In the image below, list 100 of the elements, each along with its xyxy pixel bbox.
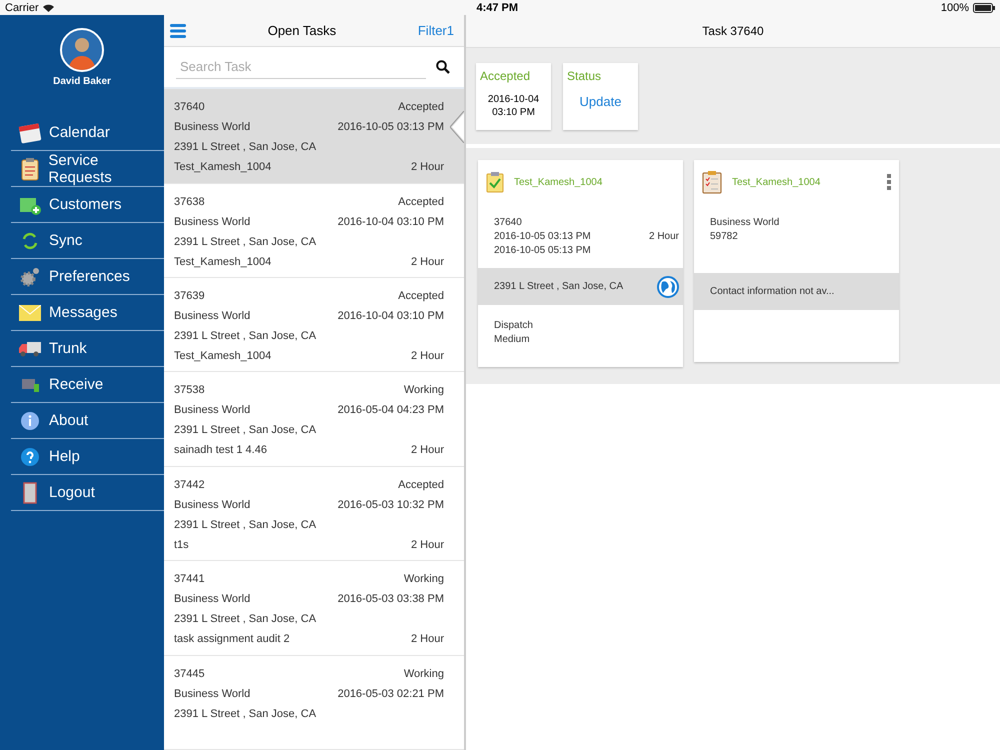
checklist-icon [702, 170, 722, 194]
checked-clipboard-icon [486, 171, 504, 193]
customer-name: Business World [710, 216, 780, 230]
task-date: 2016-10-05 03:13 PM [338, 120, 444, 134]
task-priority: Medium [494, 333, 531, 347]
task-name: t1s [174, 538, 190, 552]
task-id: 37640 [174, 100, 206, 114]
task-address: 2391 L Street , San Jose, CA [174, 140, 318, 154]
filter-button[interactable]: Filter1 [418, 23, 454, 38]
task-row[interactable]: 37441 Working Business World 2016-05-03 03:38 PM 2391 L Street , San Jose, CA task assignment audit 2 2 Hour [164, 561, 464, 656]
task-date: 2016-05-04 04:23 PM [338, 403, 444, 418]
wifi-icon [42, 4, 54, 12]
menu-item[interactable]: Preferences [11, 259, 164, 295]
task-name: Test_Kamesh_1004 [174, 349, 272, 364]
task-row[interactable]: 37640 Accepted Business World 2016-10-05 03:13 PM 2391 L Street , San Jose, CA Test_Kamesh_1004 2 Hour [164, 89, 464, 184]
task-row[interactable]: 37639 Accepted Business World 2016-10-04 03:10 PM 2391 L Street , San Jose, CA Test_Kamesh_1004 2 Hour [164, 278, 464, 372]
envelope-icon [19, 304, 41, 320]
task-name: Test_Kamesh_1004 [514, 176, 604, 188]
task-duration: 2 Hour [410, 160, 444, 174]
gear-icon [19, 266, 41, 288]
task-date: 2016-05-03 02:21 PM [338, 686, 444, 701]
battery-icon [973, 2, 995, 12]
menu-item[interactable]: Messages [11, 295, 164, 331]
menu-item[interactable]: Help [11, 439, 164, 475]
user-name: David Baker [53, 76, 111, 87]
task-status: Accepted [397, 478, 444, 492]
task-id: 37639 [174, 289, 206, 304]
customer-name: Business World [174, 592, 252, 606]
task-address: 2391 L Street , San Jose, CA [174, 234, 318, 249]
status-heading: Status [567, 69, 602, 83]
task-address: 2391 L Street , San Jose, CA [174, 706, 318, 721]
task-address: 2391 L Street , San Jose, CA [174, 518, 318, 532]
customer-number: 59782 [710, 230, 739, 244]
task-duration: 2 Hour [410, 632, 444, 646]
task-status: Working [402, 666, 444, 681]
menu-item[interactable]: About [11, 403, 164, 439]
task-address: 2391 L Street , San Jose, CA [174, 612, 318, 626]
task-name: task assignment audit 2 [174, 632, 291, 646]
menu-item[interactable]: Logout [11, 475, 164, 511]
task-name: Test_Kamesh_1004 [174, 254, 272, 269]
task-address: 2391 L Street , San Jose, CA [174, 423, 318, 438]
more-icon[interactable] [887, 174, 891, 190]
task-status: Accepted [397, 194, 444, 209]
task-duration: 2 Hour [410, 254, 444, 269]
menu-item[interactable]: Service Requests [11, 151, 164, 187]
start-time: 2016-10-05 03:13 PM [494, 230, 592, 244]
task-date: 2016-10-04 03:10 PM [338, 309, 444, 324]
menu-icon[interactable] [170, 24, 186, 38]
truck-icon [18, 340, 42, 356]
info-icon [21, 412, 39, 430]
clipboard-icon [20, 156, 40, 180]
task-address: 2391 L Street , San Jose, CA [174, 329, 318, 344]
task-row[interactable]: 37445 Working Business World 2016-05-03 02:21 PM 2391 L Street , San Jose, CA [164, 656, 464, 750]
contact-info: Contact information not av... [710, 286, 834, 297]
task-id: 37640 [494, 216, 523, 230]
task-status: Accepted [397, 289, 444, 304]
update-link[interactable]: Update [567, 94, 634, 109]
door-icon [23, 482, 37, 504]
menu-item[interactable]: Calendar [11, 115, 164, 151]
task-duration: 2 Hour [410, 349, 444, 364]
menu-item[interactable]: Trunk [11, 331, 164, 367]
sync-icon [20, 230, 40, 250]
selection-notch [450, 111, 464, 144]
task-id: 37638 [174, 194, 206, 209]
menu-item[interactable]: Customers [11, 187, 164, 223]
customer-name: Business World [174, 403, 252, 418]
task-status: Working [402, 383, 444, 398]
globe-icon[interactable] [657, 276, 679, 298]
task-id: 37442 [174, 478, 206, 492]
clock: 4:47 PM [476, 2, 518, 14]
task-id: 37441 [174, 572, 206, 586]
task-row[interactable]: 37638 Accepted Business World 2016-10-04 03:10 PM 2391 L Street , San Jose, CA Test_Kamesh_1004 2 Hour [164, 184, 464, 278]
customer-card-title: Test_Kamesh_1004 [732, 176, 822, 188]
task-row[interactable]: 37538 Working Business World 2016-05-04 04:23 PM 2391 L Street , San Jose, CA sainadh test 1 4.46 2 Hour [164, 372, 464, 467]
task-row[interactable]: 37442 Accepted Business World 2016-05-03 10:32 PM 2391 L Street , San Jose, CA t1s 2 Hour [164, 466, 464, 562]
menu-item[interactable]: Sync [11, 223, 164, 259]
help-icon [21, 448, 39, 466]
task-date: 2016-10-04 03:10 PM [338, 214, 444, 229]
customer-name: Business World [174, 498, 252, 512]
list-title: Open Tasks [268, 23, 336, 38]
avatar-icon [60, 28, 104, 72]
customer-name: Business World [174, 120, 252, 134]
search-icon[interactable] [436, 60, 450, 74]
status-date: 2016-10-04 03:10 PM [486, 93, 540, 119]
status-label: Accepted [480, 69, 532, 83]
detail-title: Task 37640 [702, 24, 764, 38]
task-date: 2016-05-03 03:38 PM [338, 592, 444, 606]
task-id: 37445 [174, 666, 206, 681]
task-duration: 2 Hour [648, 230, 679, 244]
task-duration: 2 Hour [410, 443, 444, 458]
task-id: 37538 [174, 383, 206, 398]
task-name: sainadh test 1 4.46 [174, 443, 268, 458]
calendar-icon [18, 122, 42, 144]
task-status: Working [402, 572, 444, 586]
customer-name: Business World [174, 686, 252, 701]
carrier-label: Carrier [5, 2, 39, 14]
customer-name: Business World [174, 214, 252, 229]
battery-percent: 100% [940, 2, 969, 14]
end-time: 2016-10-05 05:13 PM [494, 244, 592, 258]
menu-item[interactable]: Receive [11, 367, 164, 403]
